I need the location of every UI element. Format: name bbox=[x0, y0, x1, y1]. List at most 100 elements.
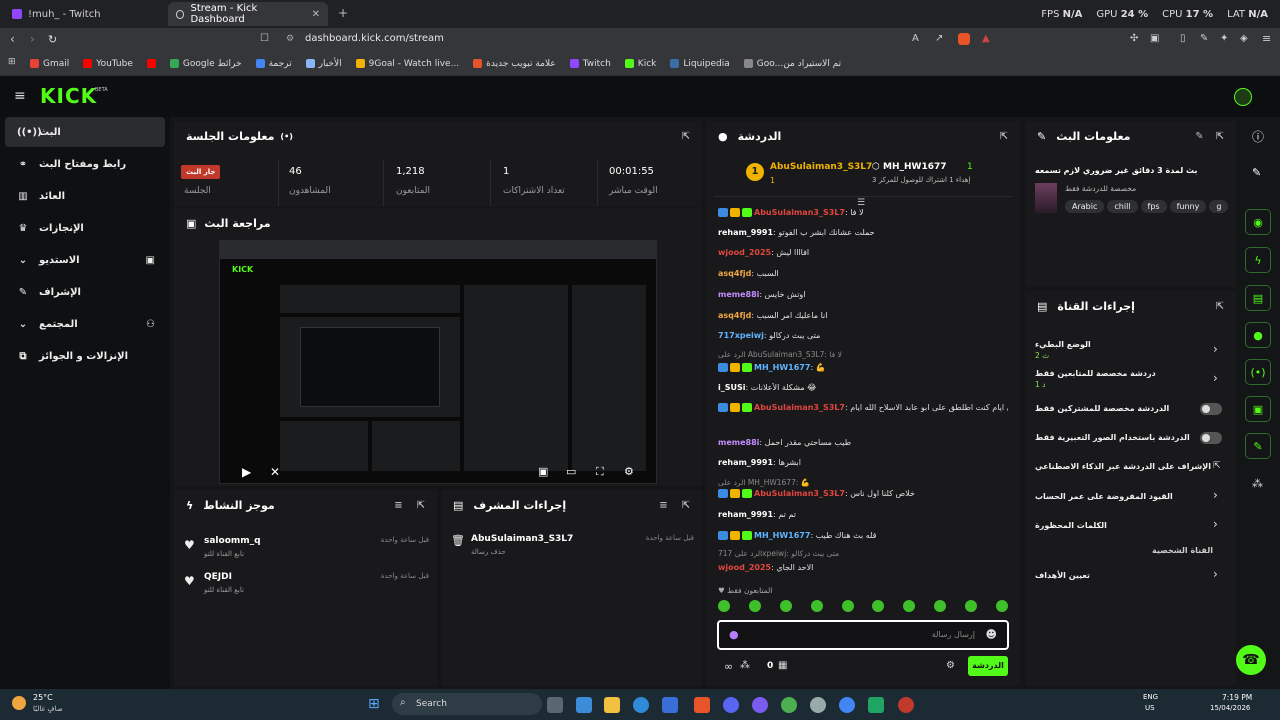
discord-icon[interactable] bbox=[723, 697, 739, 713]
popout-icon[interactable]: ⇱ bbox=[1216, 301, 1224, 312]
emote-icon[interactable] bbox=[810, 600, 823, 612]
bookmark-imported[interactable]: Goo...تم الاستيراد من bbox=[743, 59, 841, 69]
hamburger-menu-icon[interactable]: ≡ bbox=[14, 88, 26, 104]
chat-username[interactable]: meme88i bbox=[718, 438, 759, 447]
chat-username[interactable]: i_SUSi bbox=[718, 383, 746, 392]
emote-icon[interactable] bbox=[872, 600, 885, 612]
kick-logo[interactable]: KICK bbox=[40, 84, 97, 108]
new-tab-icon[interactable]: + bbox=[338, 6, 348, 20]
chat-username[interactable]: AbuSulaiman3_S3L7 bbox=[754, 489, 845, 498]
sidebar-item-revenue[interactable]: ▥ العائد bbox=[5, 181, 165, 211]
bookmark-gmail[interactable]: Gmail bbox=[30, 59, 69, 69]
popout-icon[interactable]: ⇱ bbox=[682, 131, 690, 142]
activity-user[interactable]: QEJDI bbox=[204, 572, 232, 582]
chat-username[interactable]: MH_HW1677 bbox=[754, 363, 810, 372]
task-view-icon[interactable] bbox=[547, 697, 563, 713]
chat-username[interactable]: wjood_2025 bbox=[718, 563, 771, 572]
rail-button-layout[interactable]: ▣ bbox=[1245, 396, 1271, 422]
bookmark-youtube[interactable]: YouTube bbox=[83, 59, 133, 69]
stream-video-player[interactable]: KICK ▶ ✕ ▣ ▭ ⛶ ⚙ bbox=[219, 240, 657, 484]
taskbar-search[interactable]: ⌕ Search bbox=[392, 693, 542, 715]
reload-icon[interactable]: ↻ bbox=[48, 33, 57, 46]
send-chat-button[interactable]: الدردشة bbox=[968, 656, 1008, 676]
chat-username[interactable]: reham_9991 bbox=[718, 510, 773, 519]
pencil-icon[interactable]: ✎ bbox=[1252, 166, 1261, 179]
bookmark-twitch[interactable]: Twitch bbox=[569, 59, 611, 69]
age-limits-chevron-icon[interactable]: › bbox=[1213, 488, 1218, 502]
emote-icon[interactable] bbox=[779, 600, 792, 612]
chrome-icon[interactable] bbox=[781, 697, 797, 713]
chat-username[interactable]: reham_9991 bbox=[718, 228, 773, 237]
bookmark-translate[interactable]: ترجمة bbox=[255, 59, 292, 69]
bookmark-new-tab[interactable]: علامة تبويب جديدة bbox=[473, 59, 556, 69]
play-icon[interactable]: ▶ bbox=[242, 465, 251, 479]
weather-temp[interactable]: 25°C bbox=[33, 693, 53, 702]
sidebar-toggle-icon[interactable]: ▯ bbox=[1180, 33, 1186, 44]
chat-username[interactable]: reham_9991 bbox=[718, 458, 773, 467]
app-icon[interactable] bbox=[868, 697, 884, 713]
app-icon[interactable] bbox=[810, 697, 826, 713]
category-thumbnail[interactable] bbox=[1035, 183, 1057, 213]
activity-user[interactable]: saloomm_q bbox=[204, 536, 261, 546]
tag[interactable]: Arabic bbox=[1065, 200, 1105, 213]
brave-rewards-icon[interactable]: ▲ bbox=[982, 33, 990, 44]
windows-start-icon[interactable]: ⊞ bbox=[368, 696, 380, 712]
app-icon[interactable] bbox=[576, 697, 592, 713]
settings-icon[interactable]: ⚙ bbox=[624, 465, 634, 478]
emote-icon[interactable] bbox=[841, 600, 854, 612]
brave-shields-icon[interactable] bbox=[958, 33, 970, 45]
tab-kick-dashboard[interactable]: Stream - Kick Dashboard ✕ bbox=[168, 2, 328, 26]
site-info-icon[interactable]: ⚙ bbox=[286, 34, 294, 44]
subs-only-toggle[interactable] bbox=[1200, 403, 1222, 415]
sidebar-item-studio[interactable]: ⌄ الاستديو ▣ bbox=[5, 245, 165, 275]
top-gifter-name[interactable]: AbuSulaiman3_S3L7 bbox=[770, 162, 872, 172]
tag[interactable]: fps bbox=[1140, 200, 1167, 213]
emoji-icon[interactable]: ☻ bbox=[986, 628, 997, 641]
rail-button-chat[interactable]: ● bbox=[1245, 322, 1271, 348]
vpn-icon[interactable]: ◈ bbox=[1240, 33, 1248, 44]
pin-icon[interactable]: ☰ bbox=[857, 198, 865, 208]
gift-icon[interactable]: ▦ bbox=[778, 660, 787, 671]
theater-icon[interactable]: ▭ bbox=[566, 465, 576, 478]
filter-icon[interactable]: ≡ bbox=[394, 500, 402, 511]
mute-icon[interactable]: ✕ bbox=[270, 465, 280, 479]
emote-icon[interactable] bbox=[903, 600, 916, 612]
user-avatar[interactable] bbox=[1234, 88, 1252, 106]
stream-category[interactable]: مخصصة للدردشة فقط bbox=[1065, 184, 1136, 193]
info-icon[interactable]: ⓘ bbox=[1252, 128, 1264, 145]
slow-mode-chevron-icon[interactable]: › bbox=[1213, 342, 1218, 356]
screenshot-icon[interactable]: ▣ bbox=[1150, 33, 1159, 44]
followers-chat-chevron-icon[interactable]: › bbox=[1213, 371, 1218, 385]
emote-icon[interactable] bbox=[748, 600, 761, 612]
infinity-icon[interactable]: ∞ bbox=[724, 660, 733, 673]
extensions-icon[interactable]: ✣ bbox=[1130, 33, 1138, 44]
address-bar[interactable]: dashboard.kick.com/stream bbox=[305, 33, 444, 44]
bookmark-kick[interactable]: Kick bbox=[624, 59, 656, 69]
sidebar-item-community[interactable]: ⌄ المجتمع ⚇ bbox=[5, 309, 165, 339]
bookmark-youtube-2[interactable] bbox=[146, 59, 156, 68]
sidebar-item-stream[interactable]: ((•)) البث bbox=[5, 117, 165, 147]
chat-username[interactable]: asq4fjd bbox=[718, 269, 751, 278]
input-language[interactable]: ENG bbox=[1143, 693, 1158, 701]
emote-icon[interactable] bbox=[718, 600, 730, 612]
mic-icon[interactable]: ● bbox=[729, 628, 739, 641]
forward-icon[interactable]: › bbox=[30, 32, 35, 46]
goals-chevron-icon[interactable]: › bbox=[1213, 567, 1218, 581]
app-icon[interactable] bbox=[752, 697, 768, 713]
chat-settings-icon[interactable]: ⚙ bbox=[946, 660, 955, 671]
sidebar-item-moderation[interactable]: ✎ الإشراف bbox=[5, 277, 165, 307]
emote-icon[interactable] bbox=[965, 600, 977, 612]
chat-username[interactable]: meme88i bbox=[718, 290, 759, 299]
tag[interactable]: funny bbox=[1169, 200, 1207, 213]
chat-username[interactable]: MH_HW1677 bbox=[754, 531, 810, 540]
tag[interactable]: chill bbox=[1107, 200, 1138, 213]
chat-username[interactable]: wjood_2025 bbox=[718, 248, 771, 257]
tab-twitch[interactable]: !muh_ - Twitch bbox=[4, 2, 164, 26]
wallet-icon[interactable]: ✎ bbox=[1200, 33, 1208, 44]
popout-icon[interactable]: ⇱ bbox=[1216, 131, 1224, 142]
external-link-icon[interactable]: ⇱ bbox=[1213, 461, 1221, 471]
emote-icon[interactable] bbox=[995, 600, 1008, 612]
help-chat-button[interactable]: ☎ bbox=[1236, 645, 1266, 675]
rail-button-camera[interactable]: ◉ bbox=[1245, 209, 1271, 235]
bookmark-maps[interactable]: Google خرائط bbox=[169, 59, 242, 69]
